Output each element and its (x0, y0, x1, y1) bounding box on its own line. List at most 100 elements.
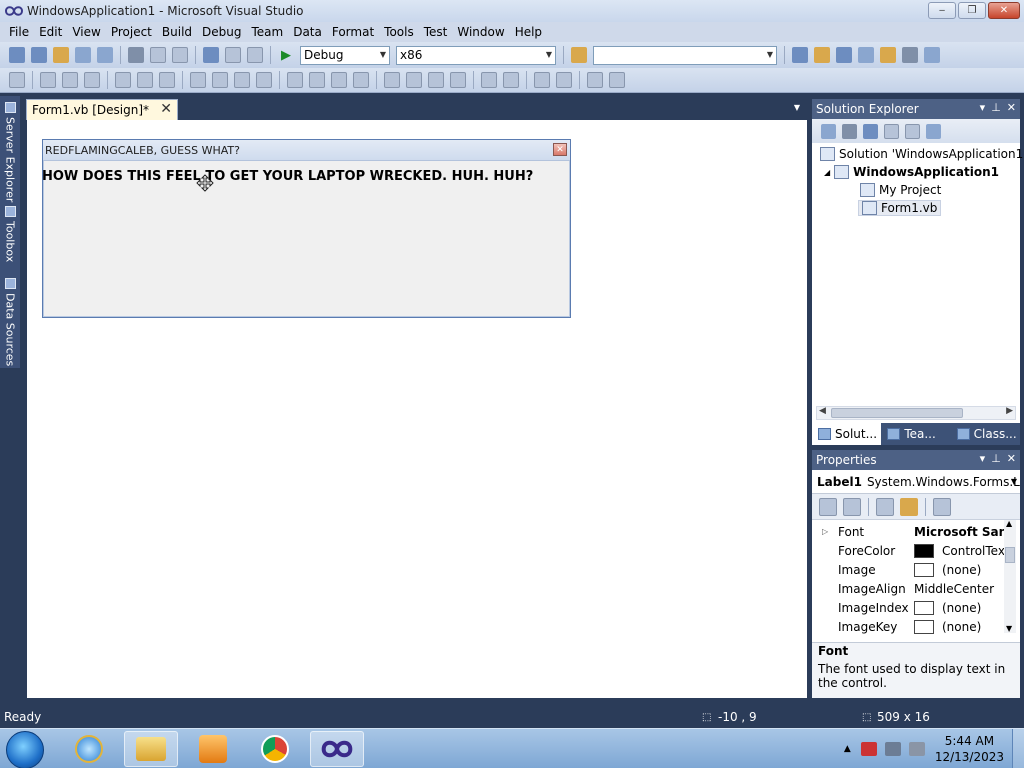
show-all-files-icon[interactable] (842, 123, 857, 139)
bring-to-front-icon[interactable] (534, 72, 550, 88)
toolbox-tab[interactable]: Toolbox (2, 206, 18, 262)
horizontal-spacing-remove-icon[interactable] (353, 72, 369, 88)
form-designer-surface[interactable]: REDFLAMINGCALEB, GUESS WHAT? ✕ HOW DOES … (27, 120, 807, 698)
solution-explorer-icon[interactable] (792, 47, 808, 63)
show-hidden-icons-icon[interactable]: ▲ (844, 744, 851, 754)
extension-manager-icon[interactable] (880, 47, 896, 63)
taskbar-chrome[interactable] (248, 731, 302, 767)
make-same-height-icon[interactable] (234, 72, 250, 88)
vertical-spacing-increase-icon[interactable] (406, 72, 422, 88)
designed-form[interactable]: REDFLAMINGCALEB, GUESS WHAT? ✕ HOW DOES … (42, 139, 571, 318)
chevron-down-icon[interactable]: ▾ (980, 452, 986, 465)
align-middles-icon[interactable] (137, 72, 153, 88)
property-row-font[interactable]: ▷ Font Microsoft Sans (812, 522, 1006, 541)
property-pages-icon[interactable] (933, 497, 951, 516)
taskbar-explorer[interactable] (124, 731, 178, 767)
object-selector[interactable]: Label1 System.Windows.Forms.La ▼ (812, 470, 1020, 494)
navigate-backward-icon[interactable] (247, 47, 263, 63)
tab-team-explorer[interactable]: Tea... (881, 423, 950, 445)
find-in-files-icon[interactable] (571, 47, 587, 63)
menu-data[interactable]: Data (288, 25, 327, 39)
minimize-button[interactable]: ‒ (928, 2, 956, 19)
menu-project[interactable]: Project (106, 25, 157, 39)
save-all-icon[interactable] (97, 47, 113, 63)
horizontal-spacing-increase-icon[interactable] (309, 72, 325, 88)
menu-window[interactable]: Window (452, 25, 509, 39)
align-lefts-icon[interactable] (40, 72, 56, 88)
cut-icon[interactable] (128, 47, 144, 63)
solution-configuration-select[interactable]: Debug ▼ (300, 45, 390, 65)
property-row-imagekey[interactable]: ImageKey (none) (812, 617, 1006, 636)
tab-class-view[interactable]: Class... (951, 423, 1020, 445)
horizontal-spacing-equal-icon[interactable] (287, 72, 303, 88)
lock-controls-icon[interactable] (609, 72, 625, 88)
refresh-icon[interactable] (863, 123, 878, 139)
expand-icon[interactable]: ◢ (824, 168, 830, 177)
menu-edit[interactable]: Edit (34, 25, 67, 39)
tab-order-icon[interactable] (587, 72, 603, 88)
more-tools-icon[interactable] (924, 47, 940, 63)
object-browser-icon[interactable] (836, 47, 852, 63)
scroll-down-icon[interactable]: ▼ (1006, 624, 1012, 633)
pin-icon[interactable]: ⊥ (991, 101, 1001, 114)
chevron-down-icon[interactable]: ▼ (794, 103, 800, 112)
view-code-icon[interactable] (884, 123, 899, 139)
horizontal-spacing-decrease-icon[interactable] (331, 72, 347, 88)
expand-icon[interactable]: ▷ (822, 527, 828, 536)
menu-view[interactable]: View (67, 25, 105, 39)
vertical-spacing-equal-icon[interactable] (384, 72, 400, 88)
menu-debug[interactable]: Debug (197, 25, 246, 39)
clock[interactable]: 5:44 AM 12/13/2023 (935, 733, 1004, 765)
make-same-size-icon[interactable] (256, 72, 272, 88)
pin-icon[interactable]: ⊥ (991, 452, 1001, 465)
menu-test[interactable]: Test (419, 25, 453, 39)
new-project-icon[interactable] (9, 47, 25, 63)
taskbar-visual-studio[interactable] (310, 731, 364, 767)
save-icon[interactable] (75, 47, 91, 63)
scroll-thumb[interactable] (1005, 547, 1015, 563)
menu-team[interactable]: Team (246, 25, 288, 39)
property-row-imagealign[interactable]: ImageAlign MiddleCenter (812, 579, 1006, 598)
vertical-spacing-decrease-icon[interactable] (428, 72, 444, 88)
scroll-up-icon[interactable]: ▲ (1006, 519, 1012, 528)
make-same-width-icon[interactable] (190, 72, 206, 88)
close-button[interactable]: ✕ (988, 2, 1020, 19)
properties-icon[interactable] (821, 123, 836, 139)
menu-file[interactable]: File (4, 25, 34, 39)
vertical-spacing-remove-icon[interactable] (450, 72, 466, 88)
scroll-right-icon[interactable]: ▶ (1006, 406, 1013, 416)
scroll-left-icon[interactable]: ◀ (819, 406, 826, 416)
properties-window-icon[interactable] (814, 47, 830, 63)
taskbar-media-player[interactable] (186, 731, 240, 767)
properties-view-icon[interactable] (876, 497, 894, 516)
tree-node-form1[interactable]: Form1.vb (858, 200, 942, 216)
close-icon[interactable]: ✕ (1007, 101, 1016, 114)
solution-platform-select[interactable]: x86 ▼ (396, 45, 556, 65)
horizontal-scrollbar[interactable]: ◀ ▶ (816, 406, 1016, 420)
paste-icon[interactable] (172, 47, 188, 63)
categorized-icon[interactable] (819, 497, 837, 516)
start-page-icon[interactable] (902, 47, 918, 63)
center-vertically-icon[interactable] (503, 72, 519, 88)
open-file-icon[interactable] (53, 47, 69, 63)
center-horizontally-icon[interactable] (481, 72, 497, 88)
tree-node-my-project[interactable]: My Project (860, 183, 941, 197)
server-explorer-tab[interactable]: Server Explorer (2, 102, 18, 202)
align-to-grid-icon[interactable] (9, 72, 25, 88)
data-sources-tab[interactable]: Data Sources (2, 278, 18, 366)
close-icon[interactable]: ✕ (160, 101, 172, 117)
taskbar-ie[interactable] (62, 731, 116, 767)
start-debugging-icon[interactable]: ▶ (278, 47, 294, 63)
label1-control[interactable]: HOW DOES THIS FEEL TO GET YOUR LAPTOP WR… (42, 169, 562, 184)
vertical-scrollbar[interactable]: ▲ ▼ (1004, 519, 1016, 633)
events-icon[interactable] (900, 497, 918, 516)
scroll-thumb[interactable] (831, 408, 963, 418)
menu-format[interactable]: Format (327, 25, 379, 39)
maximize-button[interactable]: ❐ (958, 2, 986, 19)
find-combo[interactable]: ▼ (593, 45, 777, 65)
menu-tools[interactable]: Tools (379, 25, 419, 39)
start-button[interactable] (6, 731, 44, 768)
property-row-imageindex[interactable]: ImageIndex (none) (812, 598, 1006, 617)
tree-node-project[interactable]: ◢ WindowsApplication1 (824, 165, 999, 179)
close-icon[interactable]: ✕ (1007, 452, 1016, 465)
